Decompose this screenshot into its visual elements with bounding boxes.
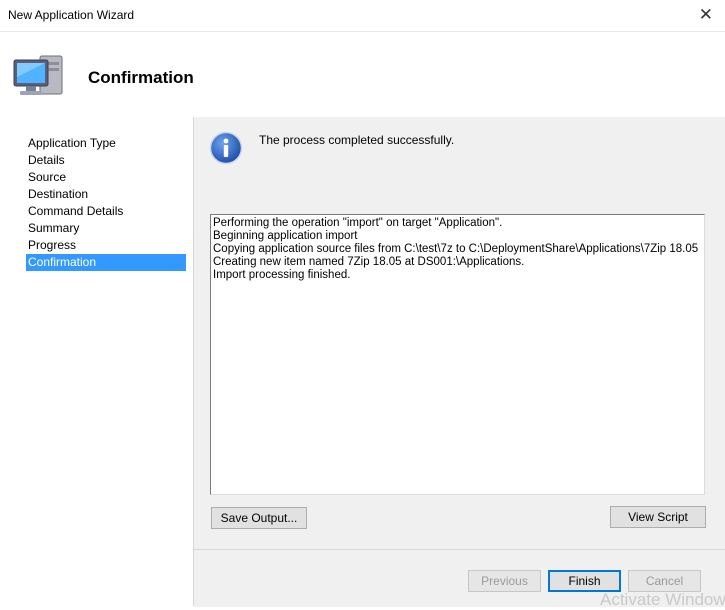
output-line: Beginning application import [213, 230, 358, 242]
nav-item-application-type[interactable]: Application Type [26, 135, 186, 152]
wizard-step-list: Application Type Details Source Destinat… [0, 117, 194, 606]
title-bar: New Application Wizard ✕ [0, 0, 725, 31]
close-icon[interactable]: ✕ [699, 5, 713, 25]
computer-icon [13, 55, 63, 95]
output-line: Import processing finished. [213, 269, 351, 281]
finish-button[interactable]: Finish [548, 570, 621, 592]
window-title: New Application Wizard [8, 8, 135, 22]
output-line: Copying application source files from C:… [213, 243, 699, 255]
info-icon [209, 131, 243, 165]
nav-item-details[interactable]: Details [26, 152, 186, 169]
save-output-button[interactable]: Save Output... [211, 507, 307, 529]
activation-watermark: Activate Windows [600, 590, 725, 609]
cancel-button[interactable]: Cancel [628, 570, 701, 592]
nav-item-progress[interactable]: Progress [26, 237, 186, 254]
output-line: Performing the operation "import" on tar… [213, 217, 503, 229]
nav-item-destination[interactable]: Destination [26, 186, 186, 203]
view-script-button[interactable]: View Script [610, 506, 706, 528]
nav-item-confirmation[interactable]: Confirmation [26, 254, 186, 271]
previous-button[interactable]: Previous [468, 570, 541, 592]
page-title: Confirmation [88, 68, 194, 87]
output-log[interactable]: Performing the operation "import" on tar… [210, 214, 705, 495]
wizard-content: The process completed successfully. Perf… [194, 117, 725, 549]
status-message: The process completed successfully. [259, 133, 455, 147]
nav-item-command-details[interactable]: Command Details [26, 203, 186, 220]
nav-item-source[interactable]: Source [26, 169, 186, 186]
nav-item-summary[interactable]: Summary [26, 220, 186, 237]
wizard-header: Confirmation [0, 31, 725, 118]
output-line: Creating new item named 7Zip 18.05 at DS… [213, 256, 525, 268]
